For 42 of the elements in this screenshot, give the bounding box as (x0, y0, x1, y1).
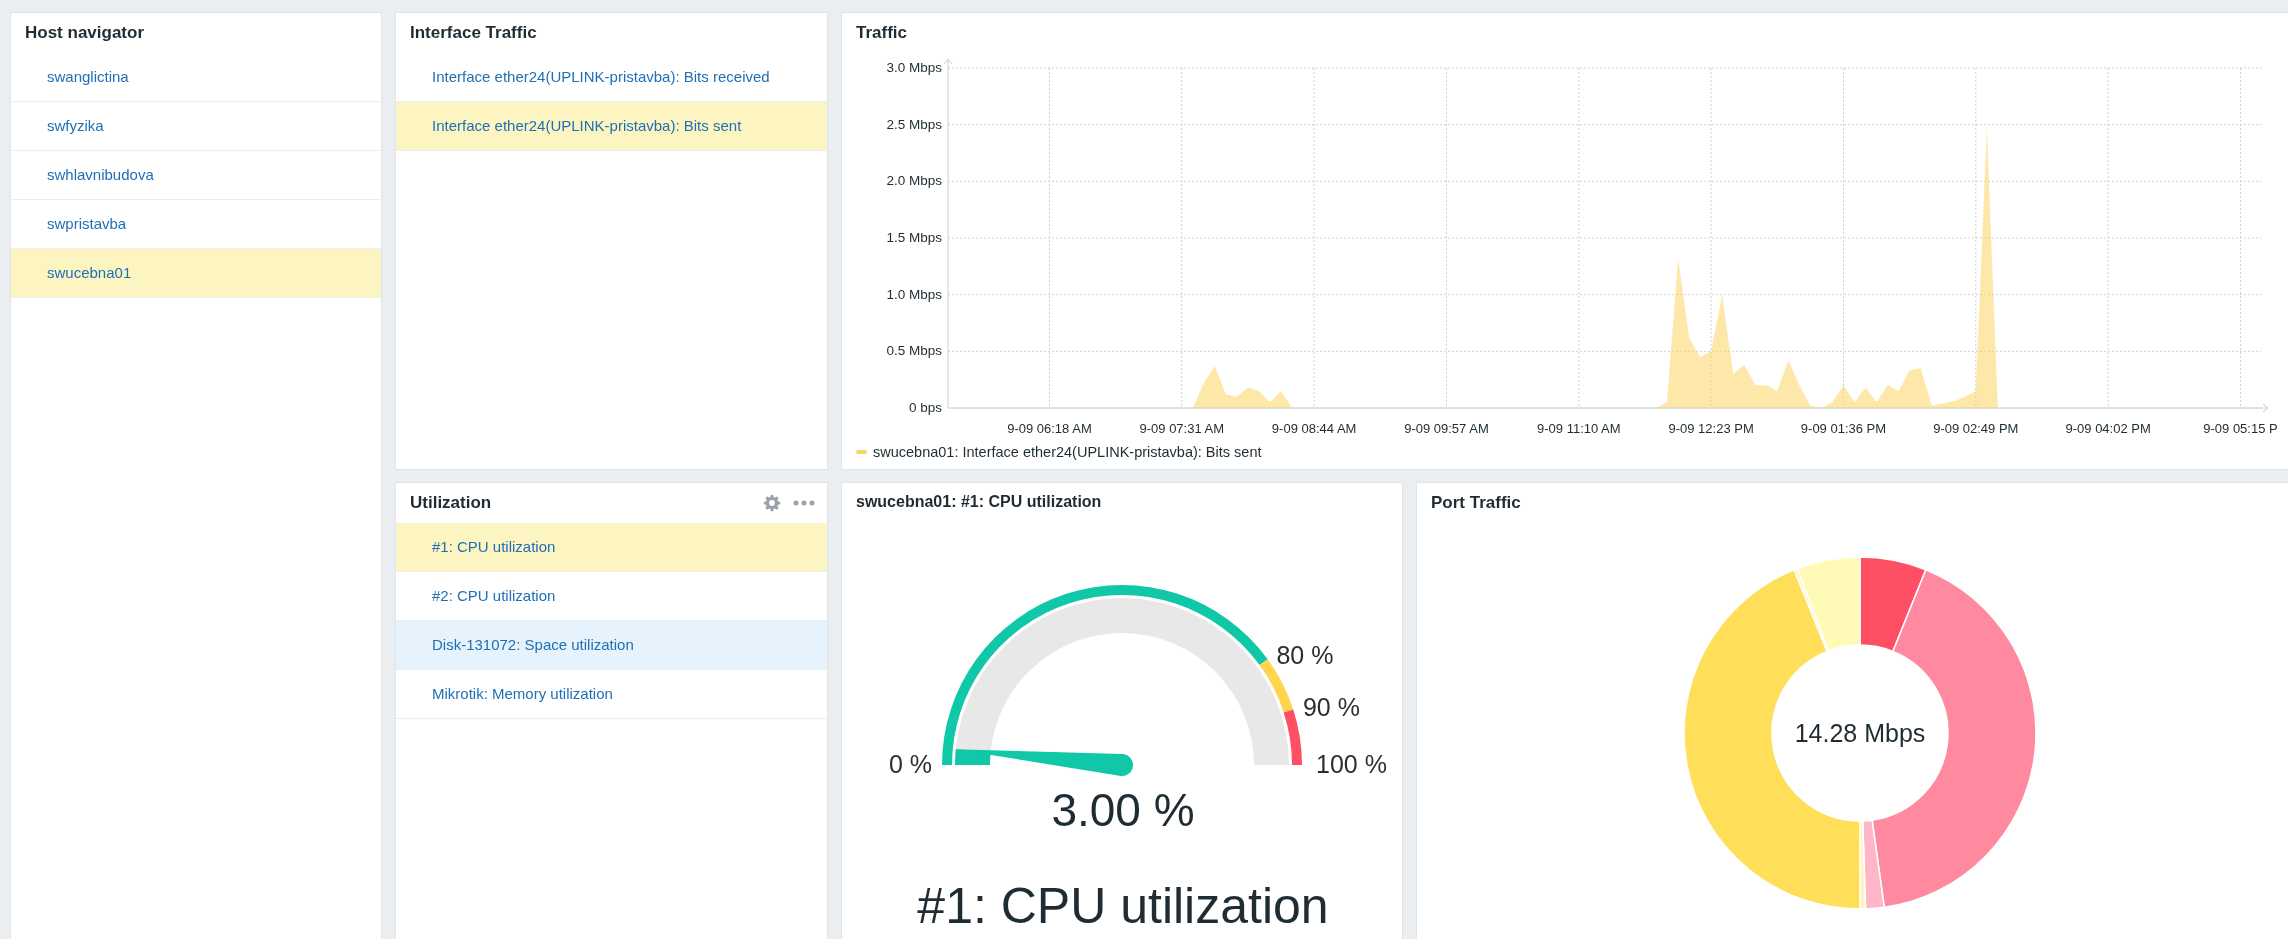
y-tick-label: 2.5 Mbps (886, 116, 942, 132)
x-tick-label: 9-09 07:31 AM (1139, 421, 1225, 436)
host-item[interactable]: swucebna01 (11, 249, 381, 298)
gauge-max-label: 100 % (1316, 750, 1387, 778)
x-tick-label: 9-09 11:10 AM (1537, 421, 1621, 436)
panel-title: Host navigator (24, 22, 146, 44)
donut-total: 14.28 Mbps (1794, 718, 1926, 748)
x-tick-label: 9-09 04:02 PM (2065, 421, 2151, 436)
panel-title: Interface Traffic (409, 22, 538, 44)
gauge-threshold-label: 80 % (1276, 640, 1334, 669)
gauge-min-label: 0 % (888, 750, 932, 778)
settings-icon[interactable] (763, 494, 781, 512)
interface-item[interactable]: Interface ether24(UPLINK-pristavba): Bits sent (396, 102, 827, 151)
y-tick-label: 2.0 Mbps (886, 173, 942, 189)
gauge-description: #1: CPU utilization (916, 877, 1330, 935)
y-tick-label: 3.0 Mbps (886, 60, 942, 75)
x-tick-label: 9-09 06:18 AM (1007, 421, 1092, 436)
utilization-item[interactable]: Disk-131072: Space utilization (396, 621, 827, 670)
x-tick-label: 9-09 12:23 PM (1668, 421, 1754, 436)
gauge-threshold-label: 90 % (1302, 692, 1360, 721)
utilization-item[interactable]: #1: CPU utilization (396, 523, 827, 572)
panel-title: Port Traffic (1430, 492, 1522, 514)
panel-title: swucebna01: #1: CPU utilization (855, 492, 1103, 512)
y-tick-label: 1.0 Mbps (886, 286, 942, 302)
utilization-item[interactable]: Mikrotik: Memory utilization (396, 670, 827, 719)
legend-label: swucebna01: Interface ether24(UPLINK-pristavba): Bits sent (873, 444, 1262, 460)
y-tick-label: 0.5 Mbps (886, 343, 942, 359)
x-tick-label: 9-09 01:36 PM (1800, 421, 1887, 436)
x-tick-label: 9-09 02:49 PM (1933, 421, 2019, 436)
y-tick-label: 0 bps (908, 400, 942, 415)
x-tick-label: 9-09 09:57 AM (1404, 421, 1489, 436)
gauge-fill (955, 749, 991, 765)
host-item[interactable]: swfyzika (11, 102, 381, 151)
gauge-value: 3.00 % (1050, 783, 1196, 837)
host-item[interactable]: swanglictina (11, 53, 381, 102)
x-tick-label: 9-09 08:44 AM (1271, 421, 1357, 436)
panel-title: Utilization (409, 492, 493, 514)
panel-title: Traffic (855, 22, 909, 44)
y-tick-label: 1.5 Mbps (886, 230, 942, 245)
x-tick-label: 9-09 05:15 P (2203, 421, 2278, 436)
more-icon[interactable] (793, 499, 815, 507)
host-item[interactable]: swhlavnibudova (11, 151, 381, 200)
